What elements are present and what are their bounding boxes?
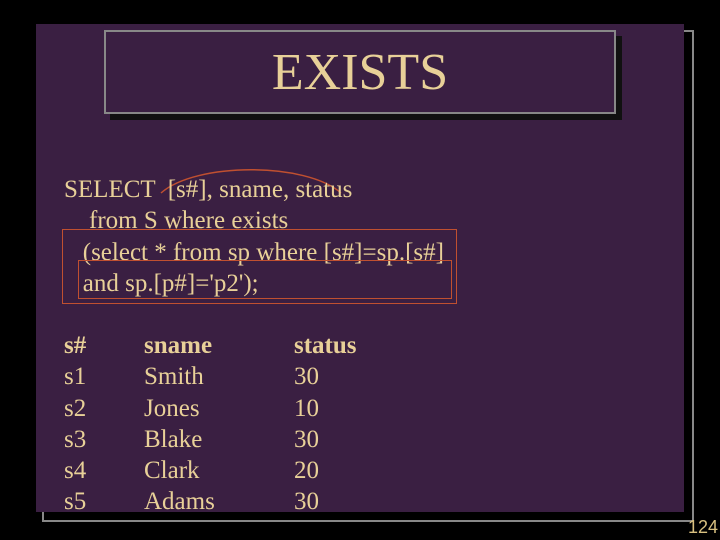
cell: 30 — [294, 486, 394, 517]
table-row: s5 Adams 30 — [64, 486, 394, 517]
cell: Smith — [144, 361, 294, 392]
sql-line-3: (select * from sp where [s#]=sp.[s#] — [64, 237, 444, 268]
slide-title: EXISTS — [272, 43, 448, 102]
header-s: s# — [64, 330, 144, 361]
sql-line-2: from S where exists — [64, 205, 444, 236]
table-row: s3 Blake 30 — [64, 424, 394, 455]
table-header: s# sname status — [64, 330, 394, 361]
cell: s4 — [64, 455, 144, 486]
cell: Jones — [144, 393, 294, 424]
cell: s2 — [64, 393, 144, 424]
cell: s5 — [64, 486, 144, 517]
cell: 30 — [294, 424, 394, 455]
table-row: s2 Jones 10 — [64, 393, 394, 424]
title-box: EXISTS — [104, 30, 616, 114]
cell: Adams — [144, 486, 294, 517]
cell: 20 — [294, 455, 394, 486]
table-row: s1 Smith 30 — [64, 361, 394, 392]
slide: EXISTS SELECT [s#], sname, status from S… — [36, 24, 684, 512]
cell: 30 — [294, 361, 394, 392]
result-table: s# sname status s1 Smith 30 s2 Jones 10 … — [64, 330, 394, 518]
cell: s3 — [64, 424, 144, 455]
table-row: s4 Clark 20 — [64, 455, 394, 486]
cell: Blake — [144, 424, 294, 455]
sql-line-4: and sp.[p#]='p2'); — [64, 268, 444, 299]
cell: 10 — [294, 393, 394, 424]
cell: Clark — [144, 455, 294, 486]
sql-query: SELECT [s#], sname, status from S where … — [64, 174, 444, 299]
header-sname: sname — [144, 330, 294, 361]
page-number: 124 — [688, 517, 718, 538]
header-status: status — [294, 330, 394, 361]
sql-line-1: SELECT [s#], sname, status — [64, 174, 444, 205]
cell: s1 — [64, 361, 144, 392]
